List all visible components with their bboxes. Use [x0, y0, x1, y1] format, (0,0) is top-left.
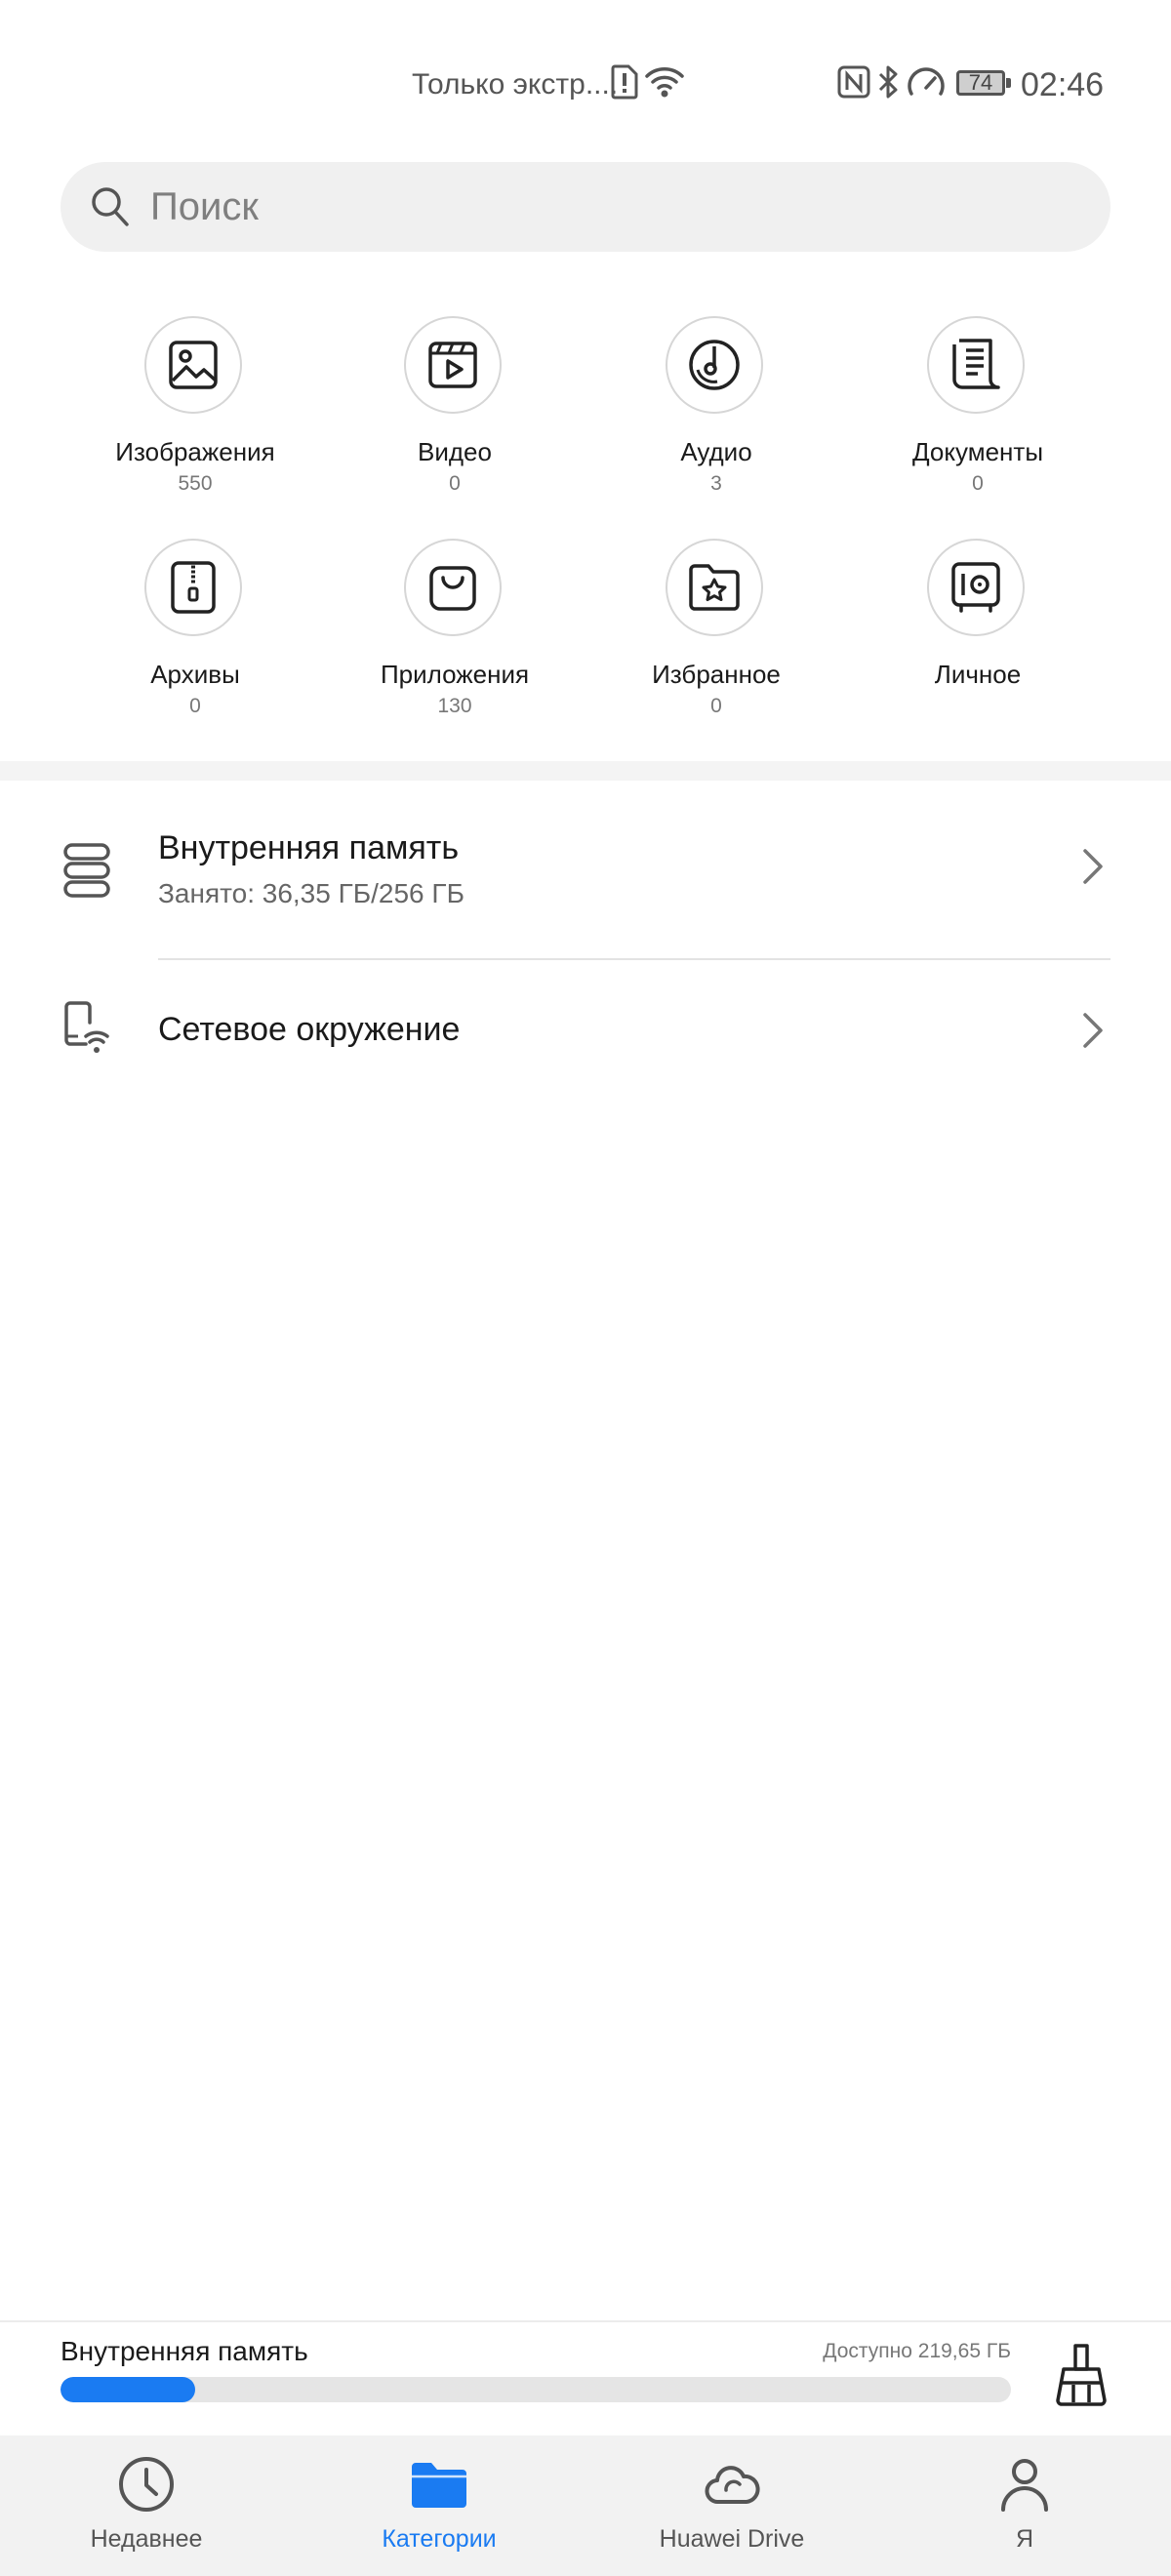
row-divider — [158, 958, 1110, 960]
section-separator — [0, 761, 1171, 781]
battery-tip — [1006, 78, 1011, 88]
nav-label: Категории — [382, 2525, 497, 2553]
favorites-icon — [666, 539, 763, 636]
bottom-storage-label: Внутренняя память — [61, 2336, 308, 2366]
video-icon — [404, 316, 502, 414]
search-icon — [90, 185, 131, 233]
category-count: 0 — [972, 472, 984, 495]
phone-wifi-icon — [62, 1001, 111, 1063]
cloud-icon — [703, 2455, 761, 2514]
row-subtitle: Занято: 36,35 ГБ/256 ГБ — [158, 878, 464, 908]
category-label: Изображения — [115, 437, 275, 466]
bottom-divider — [0, 2320, 1171, 2322]
clock-time: 02:46 — [1021, 66, 1105, 103]
category-label: Видео — [418, 437, 492, 466]
category-label: Приложения — [380, 660, 530, 689]
app-bag-icon — [404, 539, 502, 636]
nav-label: Недавнее — [90, 2525, 203, 2553]
safe-icon — [927, 539, 1025, 636]
category-label: Аудио — [680, 437, 752, 466]
storage-stack-icon — [62, 841, 111, 905]
archive-icon — [144, 539, 242, 636]
bottom-navigation: Недавнее Категории Huawei Drive Я — [0, 2435, 1171, 2576]
storage-progress-fill — [61, 2377, 196, 2402]
category-count: 0 — [449, 472, 461, 495]
folder-icon — [410, 2455, 468, 2514]
internal-storage-row[interactable]: Внутренняя память Занято: 36,35 ГБ/256 Г… — [0, 812, 1171, 958]
nav-label: Я — [1015, 2525, 1034, 2553]
cleanup-broom-icon[interactable] — [1054, 2342, 1109, 2413]
category-label: Документы — [911, 437, 1044, 466]
category-label: Архивы — [150, 660, 240, 689]
category-count: 130 — [437, 695, 472, 717]
category-count: 0 — [710, 695, 722, 717]
nfc-icon — [837, 64, 870, 104]
category-label: Личное — [934, 660, 1022, 689]
nav-label: Huawei Drive — [659, 2525, 805, 2553]
network-neighborhood-row[interactable]: Сетевое окружение — [0, 966, 1171, 1095]
bluetooth-icon — [876, 64, 900, 104]
sim-alert-icon — [611, 64, 638, 104]
search-input[interactable] — [150, 178, 1029, 236]
chevron-right-icon — [1081, 847, 1105, 891]
category-label: Избранное — [652, 660, 781, 689]
clock-icon — [117, 2455, 176, 2514]
nav-tab-huawei-drive[interactable]: Huawei Drive — [586, 2435, 878, 2576]
category-count: 3 — [710, 472, 722, 495]
status-bar: Только экстр.... 74 02:46 — [0, 0, 1171, 146]
search-bar[interactable] — [61, 162, 1110, 252]
chevron-right-icon — [1081, 1011, 1105, 1055]
image-icon — [144, 316, 242, 414]
row-title: Сетевое окружение — [158, 1011, 461, 1048]
nav-tab-categories[interactable]: Категории — [293, 2435, 586, 2576]
available-space: Доступно 219,65 ГБ — [823, 2340, 1011, 2362]
wifi-icon — [644, 64, 685, 104]
speedometer-icon — [906, 64, 947, 104]
category-count: 550 — [178, 472, 213, 495]
category-count: 0 — [189, 695, 201, 717]
nav-tab-recent[interactable]: Недавнее — [0, 2435, 293, 2576]
document-icon — [927, 316, 1025, 414]
nav-tab-me[interactable]: Я — [878, 2435, 1171, 2576]
person-icon — [995, 2455, 1054, 2514]
carrier-text: Только экстр.... — [412, 68, 619, 101]
storage-progress-bar — [61, 2377, 1011, 2402]
audio-icon — [666, 316, 763, 414]
row-title: Внутренняя память — [158, 829, 460, 866]
battery-icon: 74 — [956, 70, 1005, 96]
